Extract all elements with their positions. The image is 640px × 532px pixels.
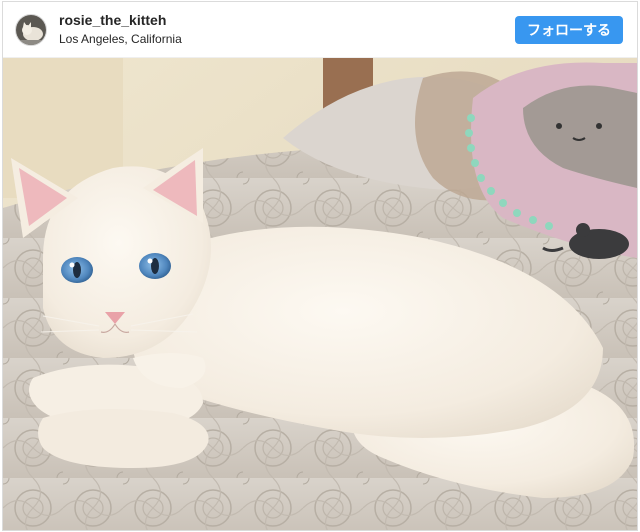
instagram-post-embed: rosie_the_kitteh Los Angeles, California…	[2, 1, 638, 531]
cat-photo	[3, 58, 637, 530]
post-header: rosie_the_kitteh Los Angeles, California…	[3, 2, 637, 58]
cat-avatar-icon	[16, 14, 46, 45]
follow-button[interactable]: フォローする	[515, 15, 623, 44]
location-link[interactable]: Los Angeles, California	[59, 32, 182, 47]
username[interactable]: rosie_the_kitteh	[59, 12, 182, 30]
user-avatar[interactable]	[15, 13, 47, 46]
user-info: rosie_the_kitteh Los Angeles, California	[59, 12, 182, 47]
post-photo[interactable]	[3, 58, 637, 530]
